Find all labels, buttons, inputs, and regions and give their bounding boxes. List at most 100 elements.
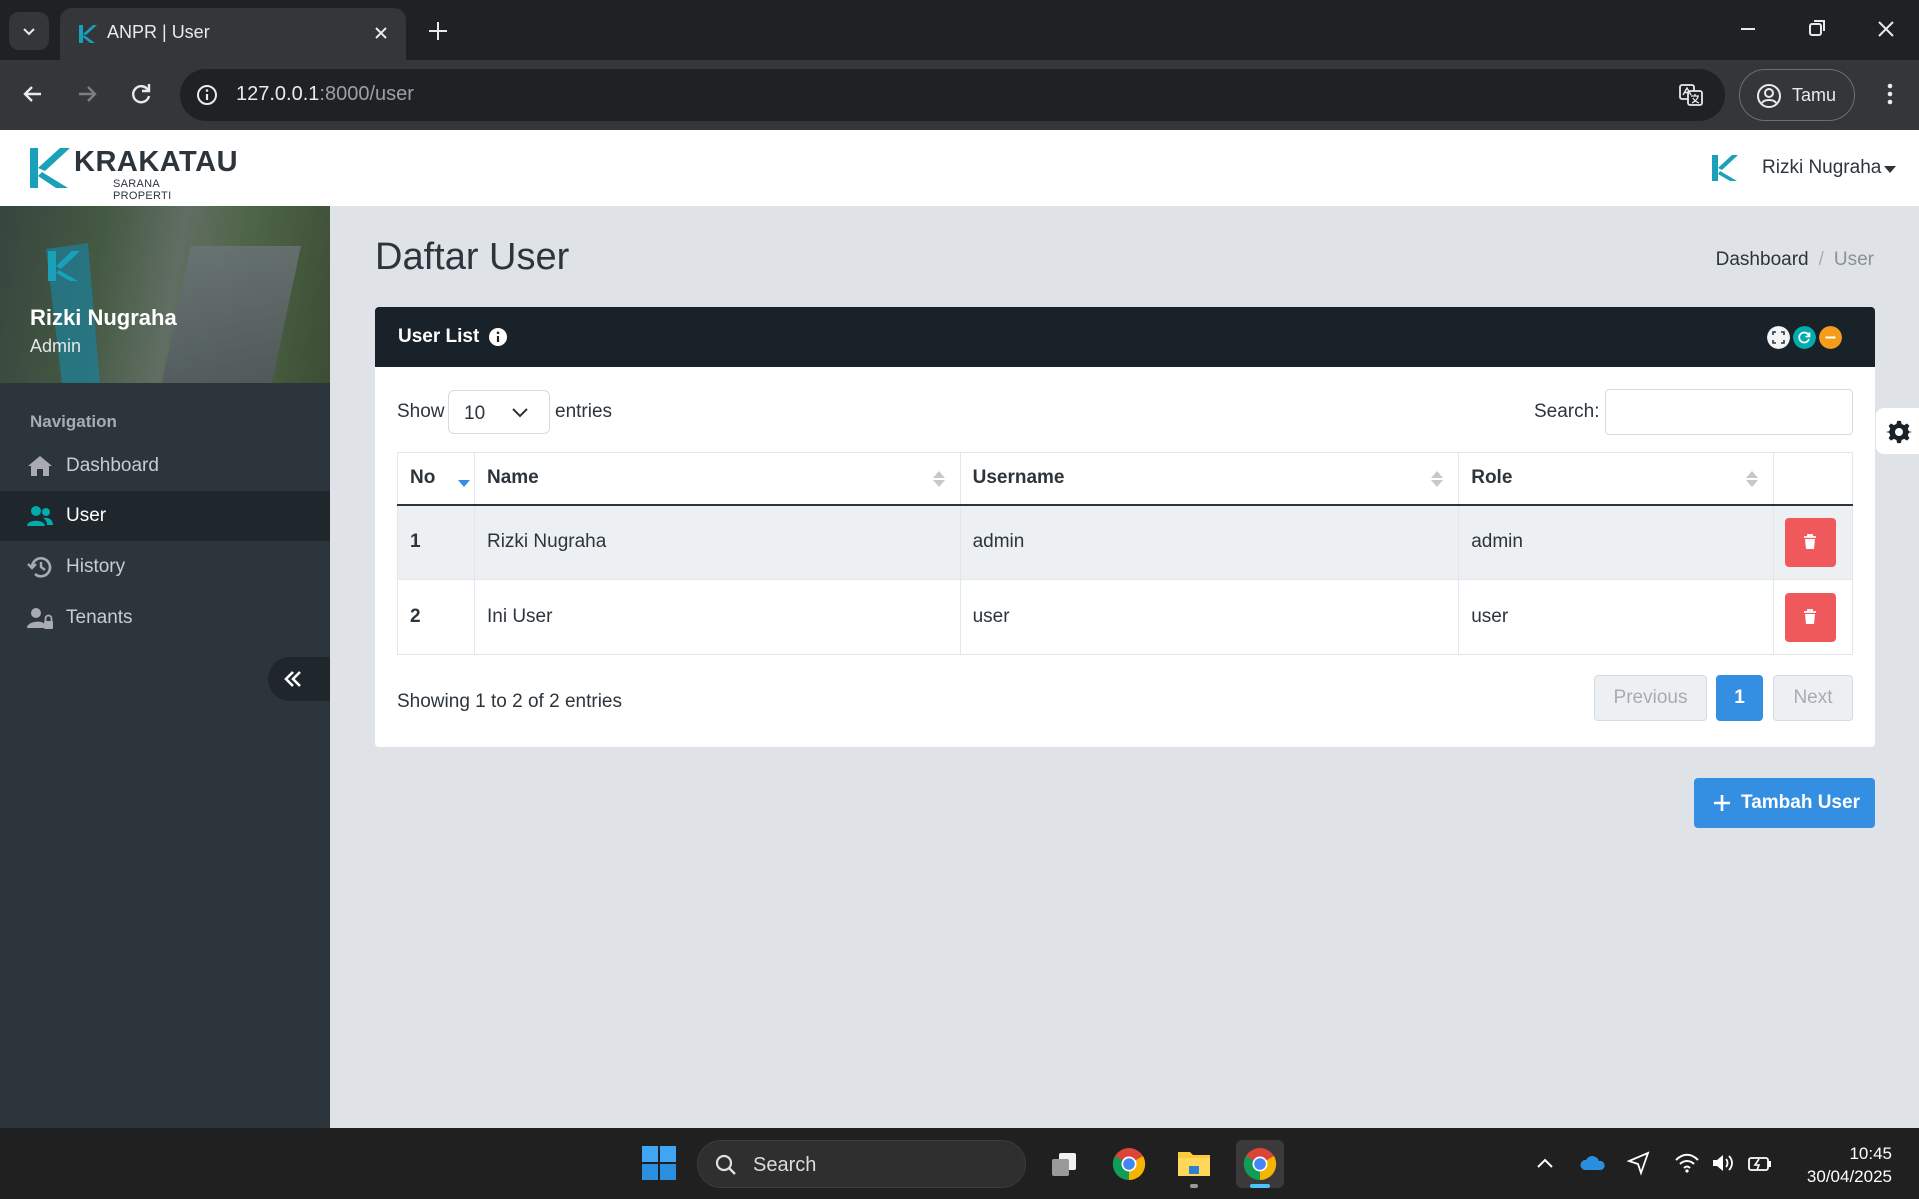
- cell-username: admin: [959, 504, 1460, 580]
- theme-settings-button[interactable]: [1876, 408, 1919, 454]
- header-user-name[interactable]: Rizki Nugraha: [1762, 157, 1881, 179]
- cell-role: admin: [1458, 504, 1774, 580]
- url-text: 127.0.0.1:8000/user: [236, 83, 414, 105]
- browser-address-bar: 127.0.0.1:8000/user Tamu: [0, 60, 1919, 130]
- pagination-next-button[interactable]: Next: [1773, 675, 1853, 721]
- location-arrow-icon[interactable]: [1626, 1150, 1652, 1176]
- url-field[interactable]: 127.0.0.1:8000/user: [180, 69, 1725, 121]
- tab-search-button[interactable]: [9, 12, 49, 50]
- wifi-icon[interactable]: [1674, 1150, 1700, 1176]
- chevron-up-icon[interactable]: [1532, 1150, 1558, 1176]
- new-tab-icon[interactable]: [424, 17, 452, 45]
- sidebar-item-label: Dashboard: [66, 455, 159, 476]
- sidebar-item-dashboard[interactable]: Dashboard: [0, 441, 330, 491]
- more-vert-icon[interactable]: [1874, 78, 1906, 110]
- chrome-icon: [1112, 1148, 1146, 1181]
- delete-user-button[interactable]: [1784, 517, 1836, 567]
- reload-panel-icon[interactable]: [1793, 326, 1816, 349]
- column-header-role[interactable]: Role: [1458, 452, 1774, 506]
- user-list-panel: User List Show 10 entries Search: No Nam…: [375, 307, 1875, 747]
- folder-icon: [1178, 1152, 1210, 1176]
- table-header-row: No Name Username Role: [397, 452, 1854, 506]
- pagination-previous-button[interactable]: Previous: [1594, 675, 1707, 721]
- page-length-value: 10: [464, 403, 486, 424]
- forward-icon[interactable]: [71, 78, 103, 110]
- taskbar-chrome-app-active[interactable]: [1236, 1140, 1284, 1188]
- krakatau-logo-mark-icon: [30, 148, 70, 188]
- sort-icon: [1431, 471, 1444, 487]
- minimize-icon[interactable]: [1733, 14, 1763, 44]
- sidebar-item-label: History: [66, 556, 126, 577]
- taskbar-chrome-app[interactable]: [1105, 1140, 1153, 1188]
- column-header-actions: [1772, 452, 1854, 506]
- profile-button[interactable]: Tamu: [1739, 69, 1855, 121]
- history-icon: [27, 557, 52, 578]
- cell-username: user: [959, 579, 1460, 655]
- taskbar-search-box[interactable]: Search: [697, 1140, 1026, 1188]
- user-lock-icon: [27, 608, 53, 629]
- os-taskbar: Search 10:45 30/04/2025: [0, 1128, 1919, 1199]
- sort-icon: [1745, 471, 1758, 487]
- krakatau-favicon-icon: [79, 25, 97, 43]
- sidebar-item-label: User: [66, 505, 107, 526]
- entries-label: entries: [555, 401, 613, 422]
- column-header-no[interactable]: No: [397, 452, 475, 506]
- user-table: No Name Username Role 1 Rizki Nugraha ad…: [397, 452, 1854, 655]
- task-view-button[interactable]: [1040, 1140, 1088, 1188]
- sidebar-item-user[interactable]: User: [0, 491, 330, 541]
- taskbar-search-label: Search: [753, 1154, 817, 1176]
- back-icon[interactable]: [17, 78, 49, 110]
- logo-subtitle: SARANA PROPERTI: [113, 178, 172, 202]
- pagination-page-1-button[interactable]: 1: [1716, 675, 1763, 721]
- site-info-icon[interactable]: [194, 82, 220, 108]
- sidebar-profile-role: Admin: [30, 336, 82, 356]
- profile-label: Tamu: [1792, 85, 1837, 105]
- add-user-button[interactable]: Tambah User: [1694, 778, 1875, 828]
- cell-no: 2: [397, 579, 475, 655]
- close-window-icon[interactable]: [1871, 14, 1901, 44]
- onedrive-cloud-icon[interactable]: [1580, 1150, 1606, 1176]
- table-row: 1 Rizki Nugraha admin admin: [397, 504, 1854, 580]
- info-icon[interactable]: [488, 327, 508, 347]
- browser-tab-bar: ANPR | User: [0, 0, 1919, 60]
- user-avatar-logo-icon[interactable]: [1710, 153, 1740, 183]
- close-tab-icon[interactable]: [370, 22, 392, 44]
- trash-icon: [1804, 534, 1817, 550]
- breadcrumb-dashboard-link[interactable]: Dashboard: [1716, 249, 1809, 270]
- sidebar: Rizki Nugraha Admin Navigation Dashboard…: [0, 206, 330, 1128]
- sidebar-profile-card: Rizki Nugraha Admin: [0, 206, 330, 383]
- task-view-icon: [1052, 1153, 1076, 1176]
- show-label: Show: [397, 401, 445, 422]
- trash-icon: [1804, 609, 1817, 624]
- gear-icon: [1886, 420, 1912, 444]
- taskbar-file-explorer-app[interactable]: [1170, 1140, 1218, 1188]
- table-row: 2 Ini User user user: [397, 579, 1854, 655]
- sidebar-item-tenants[interactable]: Tenants: [0, 593, 330, 643]
- search-input[interactable]: [1605, 389, 1853, 435]
- sidebar-item-history[interactable]: History: [0, 542, 330, 592]
- sort-desc-icon: [458, 480, 470, 487]
- user-menu-caret-icon[interactable]: [1884, 166, 1896, 173]
- windows-start-icon[interactable]: [641, 1145, 677, 1181]
- taskbar-clock[interactable]: 10:45 30/04/2025: [1807, 1142, 1892, 1188]
- sidebar-collapse-button[interactable]: [268, 657, 330, 701]
- column-header-name[interactable]: Name: [473, 452, 961, 506]
- plus-icon: [1714, 795, 1730, 811]
- volume-icon[interactable]: [1710, 1150, 1736, 1176]
- expand-icon[interactable]: [1767, 326, 1790, 349]
- delete-user-button[interactable]: [1784, 592, 1836, 642]
- home-icon: [28, 456, 52, 476]
- sidebar-profile-name: Rizki Nugraha: [30, 305, 177, 330]
- battery-charging-icon[interactable]: [1747, 1150, 1773, 1176]
- add-user-label: Tambah User: [1741, 792, 1860, 813]
- restore-icon[interactable]: [1802, 14, 1832, 44]
- reload-icon[interactable]: [125, 78, 157, 110]
- page-length-select[interactable]: 10: [448, 390, 550, 434]
- search-label: Search:: [1534, 401, 1600, 422]
- translate-icon[interactable]: [1677, 81, 1705, 109]
- collapse-panel-icon[interactable]: [1819, 326, 1842, 349]
- browser-tab-active[interactable]: ANPR | User: [60, 8, 406, 60]
- krakatau-logo[interactable]: KRAKATAU SARANA PROPERTI: [28, 144, 238, 202]
- chevron-down-icon: [23, 28, 35, 36]
- column-header-username[interactable]: Username: [959, 452, 1460, 506]
